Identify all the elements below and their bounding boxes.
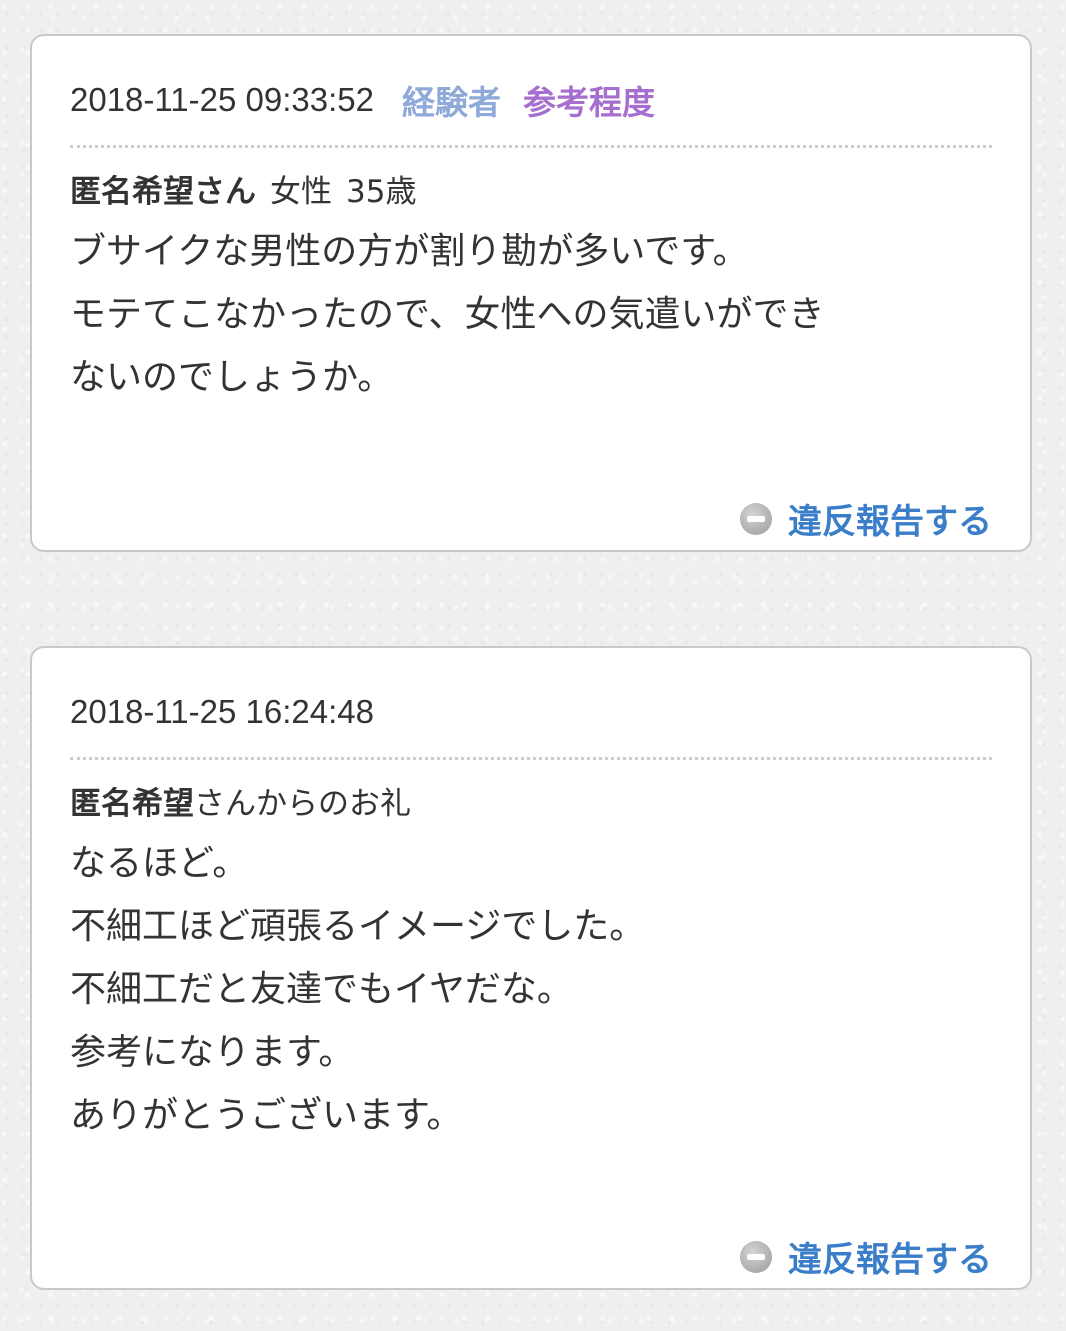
- report-violation-link[interactable]: 違反報告する: [740, 494, 992, 543]
- post-body: ブサイクな男性の方が割り勘が多いです。 モテてこなかったので、女性への気遣いがで…: [70, 220, 992, 409]
- minus-circle-icon: [740, 502, 772, 535]
- author-line: 匿名希望さんからのお礼: [70, 784, 411, 824]
- body-line: ないのでしょうか。: [70, 357, 394, 398]
- post-timestamp: 2018-11-25 16:24:48: [70, 693, 374, 730]
- body-line: 参考になります。: [70, 1032, 355, 1073]
- tag-experienced: 経験者: [401, 83, 501, 122]
- author-name: 匿名希望: [70, 786, 194, 822]
- body-line: 不細工ほど頑張るイメージでした。: [70, 906, 646, 947]
- thanks-card: 2018-11-25 16:24:48 匿名希望さんからのお礼 なるほど。 不細…: [30, 646, 1032, 1290]
- author-gender: 女性: [270, 174, 332, 210]
- body-line: ありがとうございます。: [70, 1095, 463, 1136]
- post-header: 2018-11-25 09:33:52 経験者 参考程度: [70, 80, 992, 122]
- author-name: 匿名希望さん: [70, 174, 256, 210]
- post-timestamp: 2018-11-25 09:33:52: [70, 81, 374, 118]
- body-line: ブサイクな男性の方が割り勘が多いです。: [70, 231, 749, 272]
- answer-card: 2018-11-25 09:33:52 経験者 参考程度 匿名希望さん 女性 35歳…: [30, 34, 1032, 552]
- body-line: なるほど。: [70, 843, 249, 884]
- dotted-divider: [70, 145, 992, 148]
- report-violation-label[interactable]: 違反報告する: [788, 494, 992, 543]
- post-header: 2018-11-25 16:24:48: [70, 692, 992, 732]
- minus-circle-icon: [740, 1240, 772, 1273]
- report-violation-label[interactable]: 違反報告する: [788, 1232, 992, 1281]
- body-line: モテてこなかったので、女性への気遣いができ: [70, 294, 825, 335]
- author-thanks-suffix: さんからのお礼: [194, 786, 411, 822]
- author-age: 35歳: [346, 174, 417, 210]
- dotted-divider: [70, 757, 992, 760]
- tag-reference-level: 参考程度: [522, 83, 655, 122]
- report-violation-link[interactable]: 違反報告する: [740, 1232, 992, 1281]
- author-line: 匿名希望さん 女性 35歳: [70, 172, 416, 212]
- post-body: なるほど。 不細工ほど頑張るイメージでした。 不細工だと友達でもイヤだな。 参考…: [70, 832, 992, 1147]
- body-line: 不細工だと友達でもイヤだな。: [70, 969, 573, 1010]
